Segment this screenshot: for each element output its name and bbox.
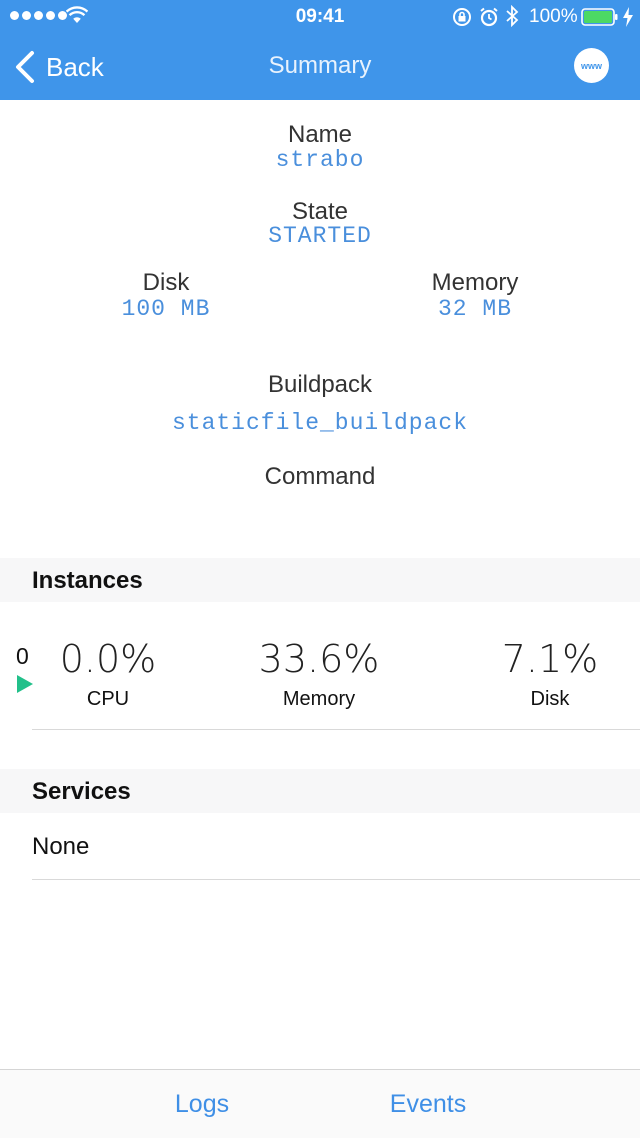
services-header: Services xyxy=(0,769,640,813)
play-icon[interactable] xyxy=(16,674,34,694)
orientation-lock-icon xyxy=(453,8,471,26)
memory-label: Memory xyxy=(431,269,519,296)
open-url-button[interactable]: www xyxy=(574,48,609,83)
disk-usage-label: Disk xyxy=(530,688,570,710)
cpu-value: 0.0% xyxy=(59,637,157,681)
state-value: STARTED xyxy=(268,223,372,249)
services-header-label: Services xyxy=(32,778,131,805)
memory-value: 32 MB xyxy=(437,296,512,322)
bottom-toolbar: Logs Events xyxy=(0,1069,640,1138)
page-title: Summary xyxy=(268,52,372,79)
navigation-bar: Back Summary www xyxy=(0,34,640,100)
disk-usage-value: 7.1% xyxy=(501,637,599,681)
disk-value: 100 MB xyxy=(121,296,211,322)
instance-index: 0 xyxy=(16,643,29,669)
instances-divider xyxy=(32,729,640,730)
memory-usage-label: Memory xyxy=(282,688,356,710)
alarm-icon xyxy=(480,7,498,27)
memory-usage-value: 33.6% xyxy=(258,637,380,681)
name-label: Name xyxy=(287,121,353,148)
events-button[interactable]: Events xyxy=(368,1090,488,1119)
services-empty-text: None xyxy=(32,833,90,860)
name-value: strabo xyxy=(275,147,365,173)
disk-label: Disk xyxy=(142,269,190,296)
cpu-label: CPU xyxy=(86,688,130,710)
battery-icon xyxy=(581,8,618,26)
buildpack-label: Buildpack xyxy=(267,371,373,398)
buildpack-value: staticfile_buildpack xyxy=(171,410,469,436)
instances-header: Instances xyxy=(0,558,640,602)
charging-bolt-icon xyxy=(623,7,633,27)
battery-percent: 100% xyxy=(529,6,578,27)
command-label: Command xyxy=(264,463,376,490)
logs-button[interactable]: Logs xyxy=(152,1090,252,1119)
instances-header-label: Instances xyxy=(32,567,143,594)
services-divider xyxy=(32,879,640,880)
top-bar: 09:41 100% Back Summary www xyxy=(0,0,640,100)
state-label: State xyxy=(291,198,349,225)
bluetooth-icon xyxy=(506,5,519,27)
status-bar: 09:41 100% xyxy=(0,0,640,34)
